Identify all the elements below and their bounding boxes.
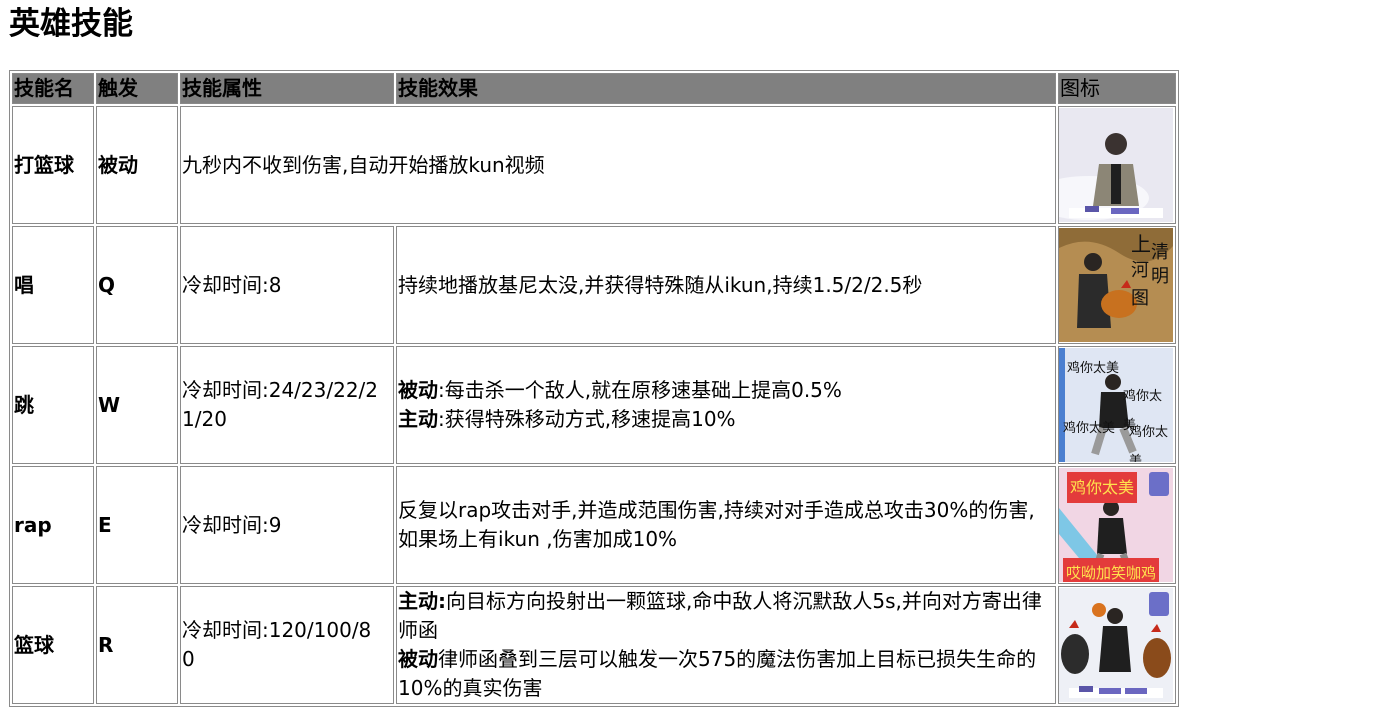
skill-attribute-text: 冷却时间:24/23/22/21/20 <box>182 378 379 431</box>
skill-icon-cell <box>1058 106 1176 224</box>
table-header-row: 技能名 触发 技能属性 技能效果 图标 <box>12 73 1176 104</box>
skill-icon-cell: 鸡你太美 鸡你太美 鸡你太美 鸡你太美 <box>1058 346 1176 464</box>
header-effect: 技能效果 <box>396 73 1056 104</box>
skill-trigger: Q <box>96 226 178 344</box>
table-row: 篮球 R 冷却时间:120/100/80 主动:向目标方向投射出一颗篮球,命中敌… <box>12 586 1176 704</box>
page-title: 英雄技能 <box>9 6 133 42</box>
skill-attribute: 冷却时间:24/23/22/21/20 <box>180 346 394 464</box>
skill-icon-cell: 鸡你太美 哎呦加笑咖鸡 <box>1058 466 1176 584</box>
skill-name: 篮球 <box>12 586 94 704</box>
passive-basketball-icon <box>1059 108 1173 222</box>
effect-passive-label: 被动 <box>398 647 438 671</box>
jump-skill-icon: 鸡你太美 鸡你太美 鸡你太美 鸡你太美 <box>1059 348 1173 462</box>
table-row: 唱 Q 冷却时间:8 持续地播放基尼太没,并获得特殊随从ikun,持续1.5/2… <box>12 226 1176 344</box>
icon-caption: 鸡你太美 <box>1067 472 1138 503</box>
skill-trigger: W <box>96 346 178 464</box>
icon-caption: 明 <box>1151 266 1169 287</box>
table-row: rap E 冷却时间:9 反复以rap攻击对手,并造成范围伤害,持续对对手造成总… <box>12 466 1176 584</box>
skill-effect: 主动:向目标方向投射出一颗篮球,命中敌人将沉默敌人5s,并向对方寄出律师函 被动… <box>396 586 1056 704</box>
skill-trigger: 被动 <box>96 106 178 224</box>
skill-name: 唱 <box>12 226 94 344</box>
skill-icon-cell: 上 清 明 河 图 <box>1058 226 1176 344</box>
icon-caption: 河 <box>1131 260 1149 281</box>
skill-effect-text: 反复以rap攻击对手,并造成范围伤害,持续对对手造成总攻击30%的伤害,如果场上… <box>398 498 1035 551</box>
skill-effect: 反复以rap攻击对手,并造成范围伤害,持续对对手造成总攻击30%的伤害,如果场上… <box>396 466 1056 584</box>
effect-active-label: 主动: <box>398 589 446 613</box>
skill-trigger: E <box>96 466 178 584</box>
effect-active-line: 主动:获得特殊移动方式,移速提高10% <box>398 405 1054 434</box>
header-attribute: 技能属性 <box>180 73 394 104</box>
icon-caption: 上 <box>1131 232 1151 256</box>
skill-attribute: 冷却时间:8 <box>180 226 394 344</box>
skill-effect: 持续地播放基尼太没,并获得特殊随从ikun,持续1.5/2/2.5秒 <box>396 226 1056 344</box>
basketball-ult-icon <box>1059 588 1173 702</box>
header-icon: 图标 <box>1058 73 1176 104</box>
table-row: 跳 W 冷却时间:24/23/22/21/20 被动:每击杀一个敌人,就在原移速… <box>12 346 1176 464</box>
skill-attribute: 冷却时间:120/100/80 <box>180 586 394 704</box>
skill-attribute: 冷却时间:9 <box>180 466 394 584</box>
header-trigger: 触发 <box>96 73 178 104</box>
skill-icon-cell <box>1058 586 1176 704</box>
skill-effect: 九秒内不收到伤害,自动开始播放kun视频 <box>180 106 1056 224</box>
skill-name: 跳 <box>12 346 94 464</box>
icon-caption: 鸡你太美 <box>1067 361 1120 376</box>
rap-skill-icon: 鸡你太美 哎呦加笑咖鸡 <box>1059 468 1173 582</box>
icon-caption: 图 <box>1131 288 1149 309</box>
hero-skills-table: 技能名 触发 技能属性 技能效果 图标 打篮球 被动 九秒内不收到伤害,自动开始… <box>9 70 1179 707</box>
effect-passive-line: 被动律师函叠到三层可以触发一次575的魔法伤害加上目标已损失生命的10%的真实伤… <box>398 645 1050 703</box>
effect-active-line: 主动:向目标方向投射出一颗篮球,命中敌人将沉默敌人5s,并向对方寄出律师函 <box>398 587 1050 645</box>
table-row: 打篮球 被动 九秒内不收到伤害,自动开始播放kun视频 <box>12 106 1176 224</box>
effect-passive-line: 被动:每击杀一个敌人,就在原移速基础上提高0.5% <box>398 376 1054 405</box>
effect-passive-label: 被动 <box>398 378 438 402</box>
skill-name: 打篮球 <box>12 106 94 224</box>
icon-caption: 鸡你太美 <box>1129 425 1169 462</box>
effect-active-text: 向目标方向投射出一颗篮球,命中敌人将沉默敌人5s,并向对方寄出律师函 <box>398 589 1042 642</box>
effect-active-text: :获得特殊移动方式,移速提高10% <box>438 407 736 431</box>
skill-name: rap <box>12 466 94 584</box>
skill-attribute-text: 冷却时间:120/100/80 <box>182 618 372 671</box>
skill-trigger: R <box>96 586 178 704</box>
effect-active-label: 主动 <box>398 407 438 431</box>
effect-passive-text: 律师函叠到三层可以触发一次575的魔法伤害加上目标已损失生命的10%的真实伤害 <box>398 647 1037 700</box>
icon-caption: 哎呦加笑咖鸡 <box>1063 558 1160 582</box>
header-skill-name: 技能名 <box>12 73 94 104</box>
skill-effect: 被动:每击杀一个敌人,就在原移速基础上提高0.5% 主动:获得特殊移动方式,移速… <box>396 346 1056 464</box>
icon-caption: 鸡你太美 <box>1063 421 1116 436</box>
sing-skill-icon: 上 清 明 河 图 <box>1059 228 1173 342</box>
effect-passive-text: :每击杀一个敌人,就在原移速基础上提高0.5% <box>438 378 842 402</box>
